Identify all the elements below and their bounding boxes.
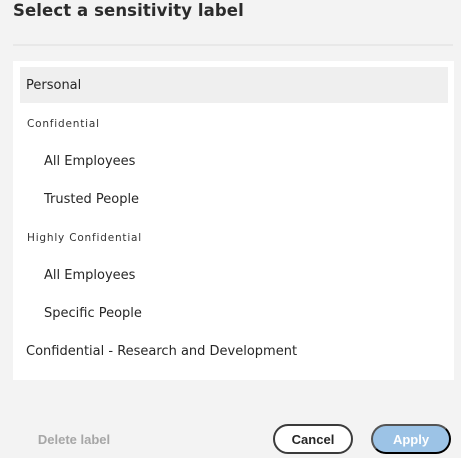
- title-divider: [13, 44, 453, 46]
- cancel-button[interactable]: Cancel: [273, 424, 353, 454]
- label-item-confidential-research[interactable]: Confidential - Research and Development: [20, 333, 448, 369]
- sensitivity-label-dialog: Select a sensitivity label Personal Conf…: [0, 0, 461, 458]
- apply-button[interactable]: Apply: [371, 424, 451, 454]
- label-item-highly-confidential-specific-people[interactable]: Specific People: [20, 295, 448, 331]
- label-group-confidential: Confidential: [27, 118, 100, 130]
- dialog-title: Select a sensitivity label: [13, 1, 244, 20]
- label-item-personal[interactable]: Personal: [20, 67, 448, 103]
- label-item-confidential-all-employees[interactable]: All Employees: [20, 143, 448, 179]
- label-group-highly-confidential: Highly Confidential: [27, 232, 142, 244]
- label-item-highly-confidential-all-employees[interactable]: All Employees: [20, 257, 448, 293]
- label-list: Personal Confidential All Employees Trus…: [13, 61, 454, 380]
- delete-label-button[interactable]: Delete label: [26, 424, 122, 454]
- label-item-confidential-trusted-people[interactable]: Trusted People: [20, 181, 448, 217]
